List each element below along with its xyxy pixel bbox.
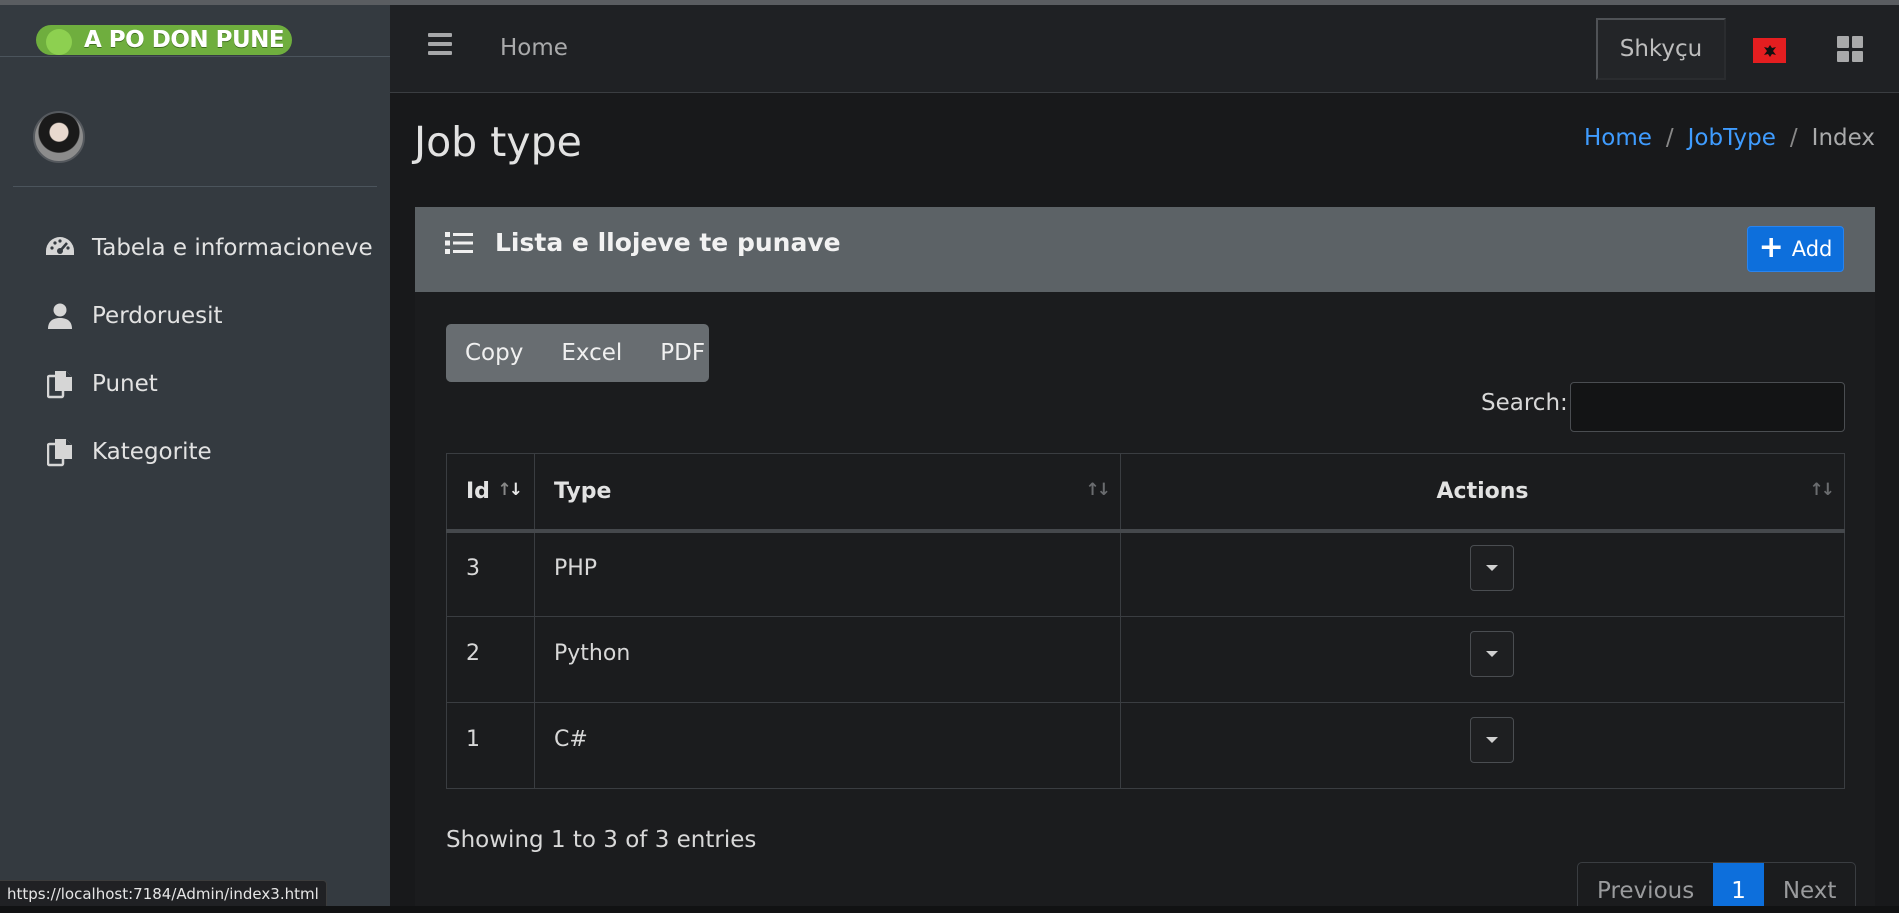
cell-actions — [1120, 616, 1845, 703]
plus-icon: + — [1758, 229, 1784, 265]
brand-link[interactable]: A PO DON PUNE — [0, 5, 390, 57]
bottom-strip — [0, 906, 1899, 913]
cell-type: PHP — [534, 530, 1121, 617]
sort-icon[interactable]: ↑↓ — [1086, 480, 1111, 500]
brand-text: A PO DON PUNE — [36, 25, 293, 55]
breadcrumb-jobtype[interactable]: JobType — [1688, 125, 1776, 151]
apps-grid-icon[interactable] — [1837, 36, 1863, 62]
sidebar-item-jobs[interactable]: Punet — [0, 350, 390, 418]
cell-id: 3 — [446, 530, 535, 617]
breadcrumb-current: Index — [1811, 125, 1875, 151]
cell-actions — [1120, 530, 1845, 617]
sidebar-item-categories[interactable]: Kategorite — [0, 418, 390, 486]
column-header-label: Id — [466, 478, 490, 504]
breadcrumb: Home / JobType / Index — [1584, 125, 1875, 151]
navbar-home-link[interactable]: Home — [500, 35, 568, 61]
menu-toggle-icon[interactable] — [428, 33, 452, 55]
sidebar-item-label: Punet — [92, 371, 158, 397]
sidebar-nav: Tabela e informacioneve Perdoruesit Pune… — [0, 214, 390, 486]
table-info: Showing 1 to 3 of 3 entries — [446, 827, 757, 853]
cell-type: C# — [534, 702, 1121, 789]
user-icon — [44, 301, 76, 331]
caret-down-icon — [1486, 650, 1498, 657]
add-button[interactable]: + Add — [1747, 226, 1844, 272]
copy-button[interactable]: Copy — [446, 340, 542, 366]
user-panel — [13, 105, 377, 187]
sidebar-item-users[interactable]: Perdoruesit — [0, 282, 390, 350]
sidebar-item-label: Perdoruesit — [92, 303, 223, 329]
table-header-row: Id ↑↓ Type ↑↓ Actions ↑↓ — [446, 453, 1845, 533]
sort-icon[interactable]: ↑↓ — [1810, 480, 1835, 500]
search-input[interactable] — [1570, 382, 1845, 432]
status-bar-url: https://localhost:7184/Admin/index3.html — [0, 880, 327, 907]
sidebar-item-label: Tabela e informacioneve — [92, 235, 373, 261]
actions-dropdown-button[interactable] — [1470, 716, 1514, 763]
column-header-label: Type — [554, 478, 612, 504]
card-header: Lista e llojeve te punave + Add — [415, 207, 1875, 292]
breadcrumb-home[interactable]: Home — [1584, 125, 1652, 151]
pdf-button[interactable]: PDF — [641, 340, 724, 366]
job-type-table: Id ↑↓ Type ↑↓ Actions ↑↓ 3 PHP 2 Python … — [446, 453, 1845, 789]
cell-actions — [1120, 702, 1845, 789]
sidebar-item-label: Kategorite — [92, 439, 212, 465]
cell-id: 1 — [446, 702, 535, 789]
breadcrumb-separator: / — [1665, 125, 1674, 151]
column-header-type[interactable]: Type ↑↓ — [534, 453, 1121, 533]
search-label: Search: — [1481, 390, 1568, 416]
excel-button[interactable]: Excel — [542, 340, 641, 366]
cell-id: 2 — [446, 616, 535, 703]
avatar[interactable] — [33, 111, 85, 163]
dashboard-gauge-icon — [44, 233, 76, 263]
table-row: 1 C# — [446, 702, 1845, 789]
breadcrumb-separator: / — [1789, 125, 1798, 151]
add-button-label: Add — [1791, 237, 1833, 261]
sidebar-item-dashboard[interactable]: Tabela e informacioneve — [0, 214, 390, 282]
logout-button[interactable]: Shkyçu — [1596, 18, 1726, 80]
column-header-id[interactable]: Id ↑↓ — [446, 453, 535, 533]
job-type-card: Lista e llojeve te punave + Add Copy Exc… — [415, 207, 1875, 913]
card-title: Lista e llojeve te punave — [495, 228, 841, 257]
caret-down-icon — [1486, 565, 1498, 572]
page-title: Job type — [414, 118, 582, 166]
export-button-group: Copy Excel PDF — [446, 324, 709, 382]
table-row: 3 PHP — [446, 530, 1845, 617]
albania-flag-icon[interactable] — [1753, 38, 1786, 63]
actions-dropdown-button[interactable] — [1470, 630, 1514, 677]
copy-files-icon — [44, 437, 76, 467]
caret-down-icon — [1486, 736, 1498, 743]
actions-dropdown-button[interactable] — [1470, 545, 1514, 592]
cell-type: Python — [534, 616, 1121, 703]
sort-ascending-icon[interactable]: ↑↓ — [498, 480, 524, 500]
column-header-actions[interactable]: Actions ↑↓ — [1120, 453, 1845, 533]
column-header-label: Actions — [1436, 478, 1529, 504]
table-row: 2 Python — [446, 616, 1845, 703]
top-navbar: Home Shkyçu — [390, 5, 1899, 93]
brand-logo: A PO DON PUNE — [36, 23, 293, 57]
sidebar: A PO DON PUNE Tabela e informacioneve Pe… — [0, 5, 390, 913]
copy-files-icon — [44, 369, 76, 399]
list-icon — [445, 231, 473, 255]
